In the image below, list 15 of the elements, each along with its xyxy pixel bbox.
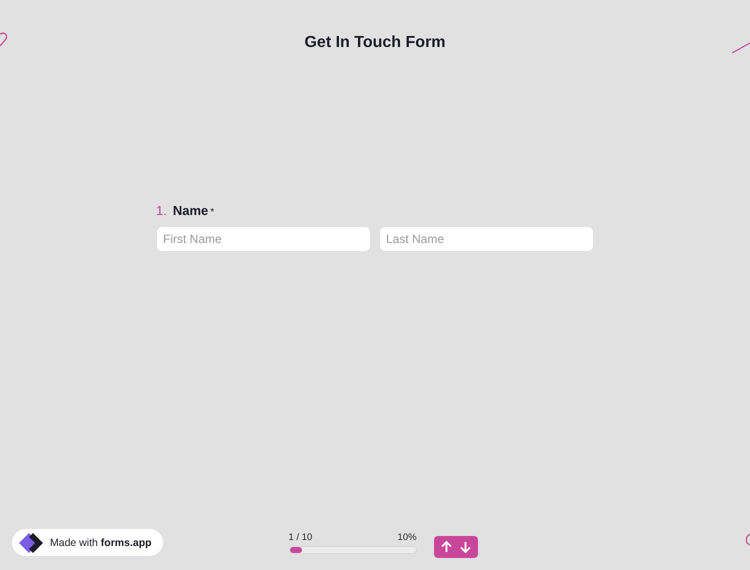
logo-icon — [18, 532, 44, 554]
question-number: 1. — [156, 203, 167, 218]
required-mark: * — [210, 207, 214, 218]
step-counter: 1 / 10 — [288, 532, 312, 542]
form-title: Get In Touch Form — [304, 34, 446, 52]
arrow-up-icon — [440, 541, 452, 553]
input-field[interactable]: Last Name — [380, 227, 593, 251]
progress-percent: 10% — [398, 532, 417, 542]
arrow-down-icon — [460, 541, 471, 553]
input-field[interactable]: First Name — [157, 227, 370, 251]
question-label: Name — [172, 203, 208, 218]
made-with-badge[interactable]: Made with forms.app — [12, 529, 163, 556]
decoration-line — [744, 533, 750, 547]
decoration-line — [732, 42, 750, 54]
decoration-line — [0, 30, 8, 48]
